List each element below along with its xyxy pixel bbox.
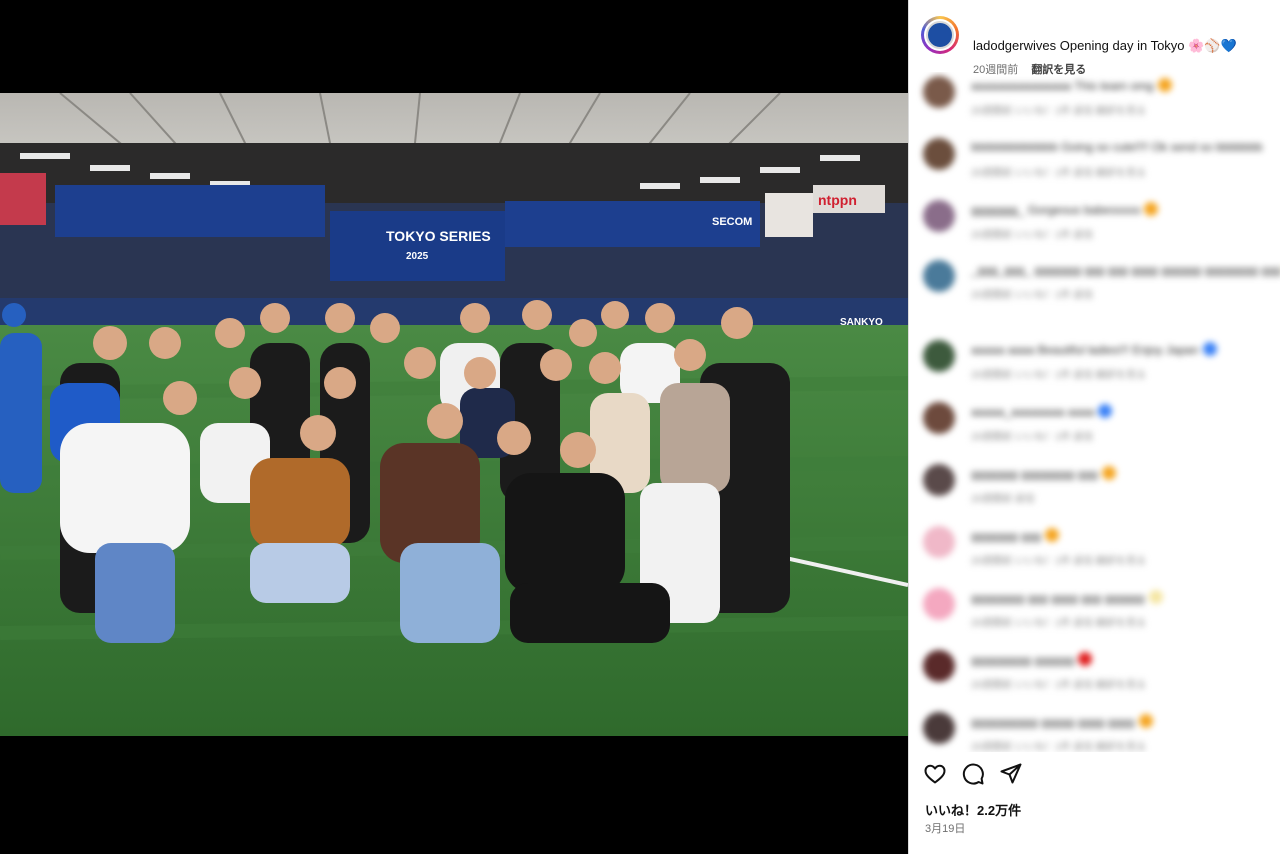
commenter-avatar[interactable] bbox=[923, 712, 955, 744]
emoji-icon bbox=[1098, 404, 1113, 418]
comment-list[interactable]: aaaaaaaaaaaaaaa This team omg 20週間前 いいね！1… bbox=[909, 72, 1280, 752]
comment-body: aaaaa aaaa Beautiful ladies!!! Enjoy Jap… bbox=[971, 343, 1199, 357]
comment-body: aaaaa_aaaaaaaa aaaa bbox=[971, 405, 1095, 419]
like-count[interactable]: いいね！2.2万件 bbox=[925, 800, 1021, 819]
comment-meta: 20週間前 いいね！1件 返信 翻訳を見る bbox=[971, 742, 1147, 752]
comment-text: bbbbbbbbbbbbb Going so cute!!!! Ok send … bbox=[971, 140, 1263, 154]
avatar[interactable] bbox=[921, 16, 959, 54]
comment-item[interactable]: ggggggg gggggggg ggg 20週間前 返信 bbox=[921, 462, 1271, 514]
stadium-group-photo: ntppn SECOM TOKYO SERIES 2025 SANKYO bbox=[0, 93, 908, 736]
comment-text: aaaaa aaaa Beautiful ladies!!! Enjoy Jap… bbox=[971, 342, 1217, 357]
comment-text: ggggggg ggg bbox=[971, 528, 1060, 543]
comment-meta: 20週間前 いいね！1件 返信 bbox=[971, 290, 1094, 301]
comment-item[interactable]: ggggggg ggg 20週間前 いいね！1件 返信 翻訳を見る bbox=[921, 524, 1271, 576]
comment-body: ggggggggg gggggg bbox=[971, 653, 1075, 667]
commenter-avatar[interactable] bbox=[923, 200, 955, 232]
sponsor-secom: SECOM bbox=[712, 216, 752, 228]
scoreboard-year: 2025 bbox=[406, 251, 429, 262]
emoji-icon bbox=[1045, 528, 1060, 542]
comment-text: gggggggg ggg gggg ggg gggggg bbox=[971, 590, 1163, 605]
post-side-panel: ladodgerwives Opening day in Tokyo 🌸⚾💙 2… bbox=[908, 0, 1280, 854]
commenter-avatar[interactable] bbox=[923, 526, 955, 558]
action-bar bbox=[921, 762, 1261, 788]
comment-item[interactable]: gggggggggg ggggg gggg gggg 20週間前 いいね！1件 返… bbox=[921, 710, 1271, 752]
post-header: ladodgerwives Opening day in Tokyo 🌸⚾💙 2… bbox=[921, 16, 1271, 76]
comment-text: aaaaaaaaaaaaaaa This team omg bbox=[971, 78, 1172, 93]
caption-text: Opening day in Tokyo bbox=[1059, 38, 1185, 53]
commenter-avatar[interactable] bbox=[923, 588, 955, 620]
comment-item[interactable]: ggggggg_ Gorgeous babesssss 20週間前 いいね！1件 … bbox=[921, 198, 1271, 250]
commenter-avatar[interactable] bbox=[923, 464, 955, 496]
comment-icon[interactable] bbox=[961, 762, 987, 788]
emoji-icon bbox=[1138, 714, 1153, 728]
comment-text: _ggg_ggg_ ggggggg ggg ggg gggg gggggg gg… bbox=[971, 262, 1280, 277]
comment-body: ggggggg ggg bbox=[971, 529, 1042, 543]
commenter-avatar[interactable] bbox=[923, 260, 955, 292]
comment-item[interactable]: aaaaaaaaaaaaaaa This team omg 20週間前 いいね！1… bbox=[921, 74, 1271, 126]
commenter-avatar[interactable] bbox=[923, 650, 955, 682]
comment-item[interactable]: _ggg_ggg_ ggggggg ggg ggg gggg gggggg gg… bbox=[921, 258, 1280, 310]
post-photo[interactable]: ntppn SECOM TOKYO SERIES 2025 SANKYO bbox=[0, 93, 908, 736]
share-icon[interactable] bbox=[999, 762, 1025, 788]
comment-text: ggggggg gggggggg ggg bbox=[971, 466, 1116, 481]
emoji-icon bbox=[1202, 342, 1217, 356]
comment-body: gggggggggg ggggg gggg gggg bbox=[971, 715, 1135, 729]
username-link[interactable]: ladodgerwives bbox=[973, 38, 1056, 53]
comment-body: aaaaaaaaaaaaaaa This team omg bbox=[971, 79, 1154, 93]
sponsor-ntppn: ntppn bbox=[818, 192, 857, 208]
comment-item[interactable]: gggggggg ggg gggg ggg gggggg 20週間前 いいね！1件… bbox=[921, 586, 1271, 638]
comment-meta: 20週間前 返信 bbox=[971, 494, 1035, 505]
commenter-avatar[interactable] bbox=[923, 76, 955, 108]
emoji-icon bbox=[1101, 466, 1116, 480]
comment-text: ggggggg_ Gorgeous babesssss bbox=[971, 202, 1159, 217]
dodgers-logo-icon bbox=[926, 21, 954, 49]
heart-icon[interactable] bbox=[923, 762, 949, 788]
comment-text: aaaaa_aaaaaaaa aaaa bbox=[971, 404, 1113, 419]
commenter-avatar[interactable] bbox=[923, 340, 955, 372]
comment-meta: 20週間前 いいね！1件 返信 翻訳を見る bbox=[971, 168, 1147, 179]
comment-body: ggggggg_ Gorgeous babesssss bbox=[971, 203, 1141, 217]
emoji-icon bbox=[1144, 202, 1159, 216]
post-date: 3月19日 bbox=[925, 823, 966, 835]
comment-item[interactable]: ggggggggg gggggg 20週間前 いいね！1件 返信 翻訳を見る bbox=[921, 648, 1271, 700]
post-caption: ladodgerwives Opening day in Tokyo 🌸⚾💙 bbox=[973, 38, 1237, 54]
comment-item[interactable]: bbbbbbbbbbbbb Going so cute!!!! Ok send … bbox=[921, 136, 1271, 188]
comment-body: ggggggg gggggggg ggg bbox=[971, 467, 1098, 481]
emoji-icon bbox=[1148, 590, 1163, 604]
comment-meta: 20週間前 いいね！1件 返信 翻訳を見る bbox=[971, 680, 1147, 691]
commenter-avatar[interactable] bbox=[923, 138, 955, 170]
comment-item[interactable]: aaaaa_aaaaaaaa aaaa 20週間前 いいね！1件 返信 bbox=[921, 400, 1271, 452]
comment-meta: 20週間前 いいね！1件 返信 bbox=[971, 432, 1094, 443]
comment-meta: 20週間前 いいね！1件 返信 翻訳を見る bbox=[971, 106, 1147, 117]
comment-text: ggggggggg gggggg bbox=[971, 652, 1093, 667]
emoji-icon bbox=[1157, 78, 1172, 92]
comment-meta: 20週間前 いいね！1件 返信 bbox=[971, 230, 1094, 241]
commenter-avatar[interactable] bbox=[923, 402, 955, 434]
comment-meta: 20週間前 いいね！1件 返信 翻訳を見る bbox=[971, 618, 1147, 629]
comment-body: _ggg_ggg_ ggggggg ggg ggg gggg gggggg gg… bbox=[971, 263, 1280, 277]
emoji-icon bbox=[1078, 652, 1093, 666]
comment-text: gggggggggg ggggg gggg gggg bbox=[971, 714, 1153, 729]
comment-body: gggggggg ggg gggg ggg gggggg bbox=[971, 591, 1145, 605]
caption-emojis: 🌸⚾💙 bbox=[1188, 38, 1237, 53]
post-media: ntppn SECOM TOKYO SERIES 2025 SANKYO bbox=[0, 0, 908, 854]
comment-meta: 20週間前 いいね！1件 返信 翻訳を見る bbox=[971, 370, 1147, 381]
comment-meta: 20週間前 いいね！1件 返信 翻訳を見る bbox=[971, 556, 1147, 567]
scoreboard-title: TOKYO SERIES bbox=[386, 228, 491, 244]
comment-body: bbbbbbbbbbbbb Going so cute!!!! Ok send … bbox=[971, 140, 1263, 154]
comment-item[interactable]: aaaaa aaaa Beautiful ladies!!! Enjoy Jap… bbox=[921, 338, 1271, 390]
